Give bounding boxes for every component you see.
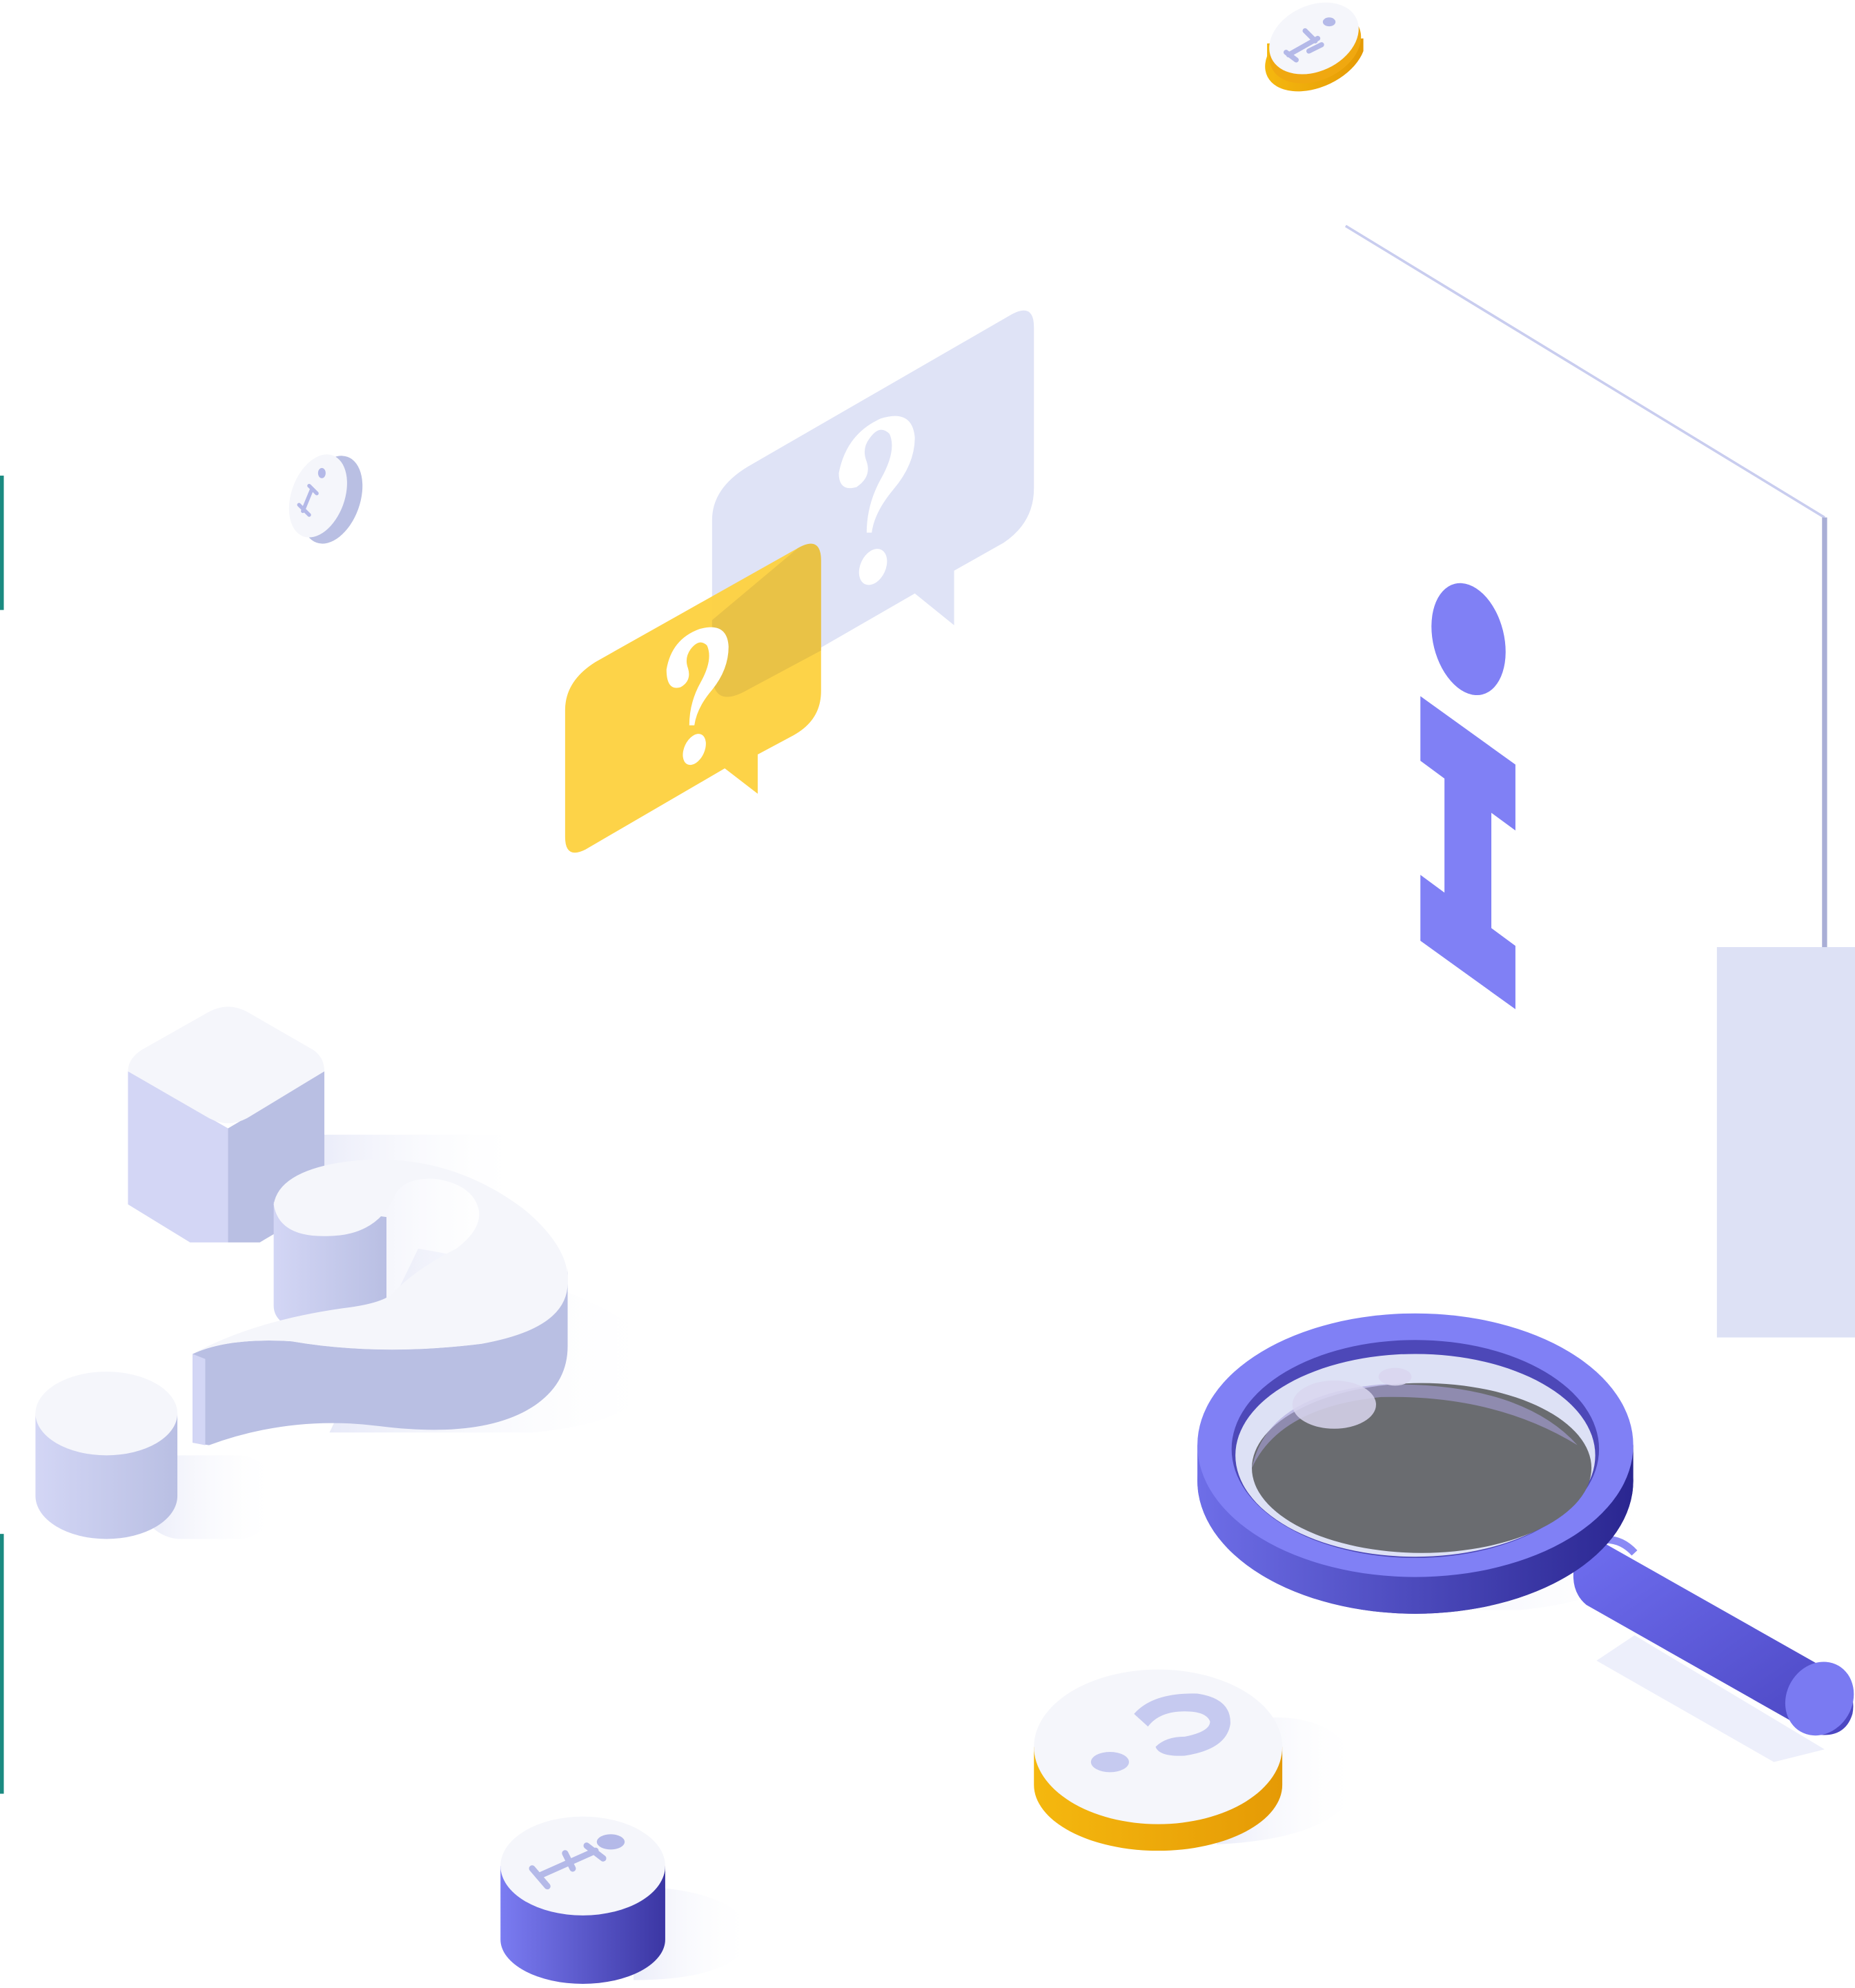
magnifying-glass-icon bbox=[1197, 1313, 1854, 1762]
left-edge-accents bbox=[0, 476, 4, 1794]
cylinder-icon bbox=[35, 1372, 178, 1539]
info-coin-icon bbox=[1265, 2, 1364, 92]
info-coin-purple-icon bbox=[500, 1816, 754, 1984]
question-bubble-icon bbox=[565, 310, 1034, 853]
info-i-icon bbox=[1420, 583, 1515, 1010]
info-coin-small-icon bbox=[288, 454, 363, 544]
side-panel bbox=[1716, 947, 1855, 1338]
question-coin-icon bbox=[1034, 1669, 1362, 1851]
info-help-illustration bbox=[0, 2, 1855, 1984]
left-edge-strip-bottom bbox=[0, 1534, 4, 1794]
left-edge-strip-top bbox=[0, 476, 4, 610]
